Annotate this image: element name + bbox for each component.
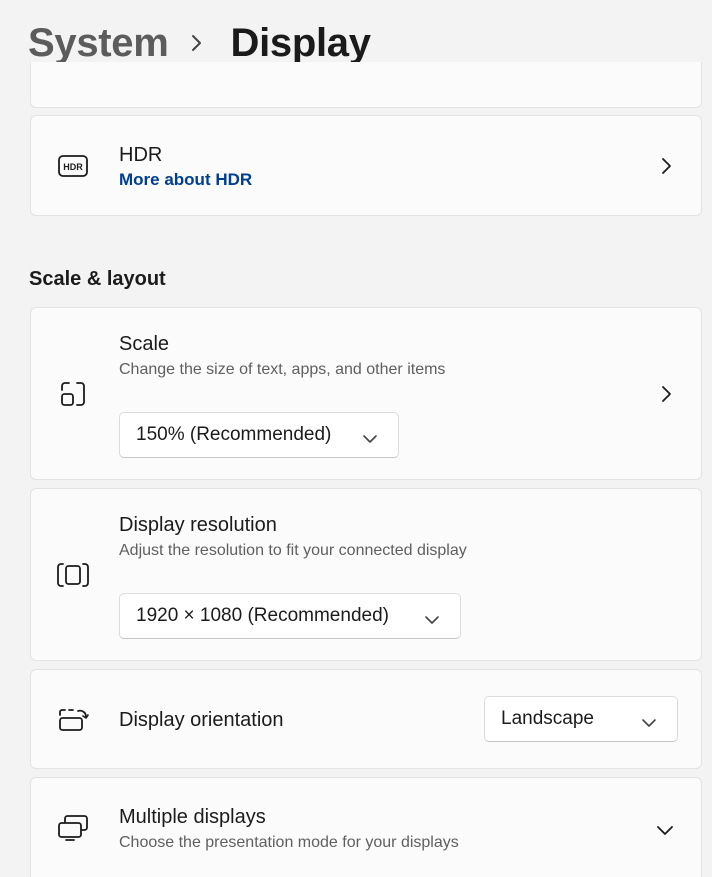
chevron-down-icon	[424, 610, 440, 624]
multiple-displays-card[interactable]: Multiple displays Choose the presentatio…	[30, 777, 702, 877]
resolution-dropdown[interactable]: 1920 × 1080 (Recommended)	[119, 593, 461, 639]
orientation-icon	[57, 704, 89, 736]
display-resolution-title: Display resolution	[119, 514, 277, 536]
hdr-card[interactable]: HDR HDR More about HDR	[30, 115, 702, 216]
svg-text:HDR: HDR	[63, 162, 83, 172]
hdr-title: HDR	[119, 144, 163, 166]
scale-title: Scale	[119, 333, 170, 355]
chevron-right-icon	[659, 156, 673, 176]
breadcrumb-system[interactable]: System	[28, 21, 169, 66]
multiple-displays-icon	[57, 812, 89, 844]
multiple-displays-title: Multiple displays	[119, 806, 266, 828]
scale-icon	[57, 378, 89, 410]
chevron-right-icon[interactable]	[659, 384, 673, 404]
chevron-down-icon	[362, 429, 378, 443]
display-resolution-card: Display resolution Adjust the resolution…	[30, 488, 702, 661]
hdr-icon: HDR	[57, 150, 89, 182]
scale-dropdown[interactable]: 150% (Recommended)	[119, 412, 399, 458]
orientation-dropdown-value: Landscape	[501, 708, 594, 729]
display-orientation-title: Display orientation	[119, 709, 284, 731]
scale-dropdown-value: 150% (Recommended)	[136, 424, 332, 445]
chevron-right-icon	[191, 34, 209, 52]
page-title: Display	[230, 20, 371, 65]
previous-setting-card	[30, 62, 702, 108]
multiple-displays-subtitle: Choose the presentation mode for your di…	[119, 834, 459, 851]
orientation-dropdown[interactable]: Landscape	[484, 696, 678, 742]
scale-subtitle: Change the size of text, apps, and other…	[119, 361, 446, 378]
chevron-down-icon	[641, 713, 657, 727]
resolution-dropdown-value: 1920 × 1080 (Recommended)	[136, 605, 389, 626]
display-resolution-subtitle: Adjust the resolution to fit your connec…	[119, 542, 467, 559]
chevron-down-icon[interactable]	[655, 824, 675, 838]
resolution-icon	[57, 559, 89, 591]
display-orientation-card: Display orientation Landscape	[30, 669, 702, 769]
more-about-hdr-link[interactable]: More about HDR	[119, 170, 252, 190]
section-title-scale-layout: Scale & layout	[29, 268, 166, 290]
scale-card[interactable]: Scale Change the size of text, apps, and…	[30, 307, 702, 480]
